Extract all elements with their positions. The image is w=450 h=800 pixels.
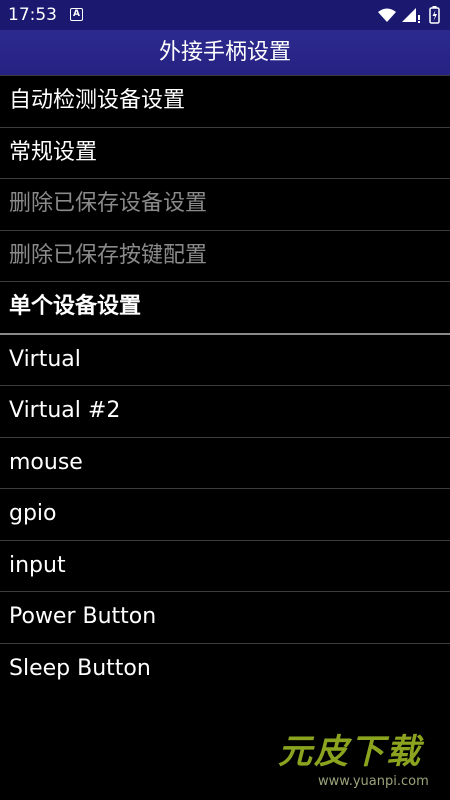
device-item-label: input bbox=[9, 552, 66, 578]
section-header-label: 单个设备设置 bbox=[9, 294, 142, 319]
page-title: 外接手柄设置 bbox=[158, 40, 291, 65]
notification-icon: A bbox=[70, 8, 83, 21]
status-time: 17:53 bbox=[8, 5, 57, 25]
device-item-label: gpio bbox=[9, 501, 57, 526]
menu-item-label: 常规设置 bbox=[9, 139, 98, 165]
device-item-label: Power Button bbox=[9, 604, 157, 629]
device-item-gpio[interactable]: gpio bbox=[0, 489, 450, 541]
device-item-virtual[interactable]: Virtual bbox=[0, 335, 450, 386]
title-bar: 外接手柄设置 bbox=[0, 30, 450, 76]
section-header: 单个设备设置 bbox=[0, 282, 450, 335]
status-bar: 17:53 A bbox=[0, 0, 450, 30]
battery-icon bbox=[429, 6, 440, 24]
menu-item-delete-key-config: 删除已保存按键配置 bbox=[0, 231, 450, 282]
watermark-text: 元皮下载 bbox=[278, 732, 422, 772]
wifi-icon bbox=[378, 8, 396, 22]
watermark-url: www.yuanpi.com bbox=[318, 774, 429, 789]
signal-icon bbox=[402, 8, 420, 23]
menu-item-label: 删除已保存按键配置 bbox=[9, 242, 208, 268]
menu-item-label: 删除已保存设备设置 bbox=[9, 191, 208, 216]
watermark-logo: 元皮下载 www.yuanpi.com bbox=[278, 732, 438, 794]
menu-item-general-settings[interactable]: 常规设置 bbox=[0, 128, 450, 179]
device-item-label: Virtual #2 bbox=[9, 398, 121, 423]
status-icons bbox=[378, 6, 442, 24]
device-item-sleep-button[interactable]: Sleep Button bbox=[0, 644, 450, 695]
device-item-label: Virtual bbox=[9, 346, 81, 372]
menu-item-label: 自动检测设备设置 bbox=[9, 88, 186, 113]
settings-list: 自动检测设备设置 常规设置 删除已保存设备设置 删除已保存按键配置 单个设备设置… bbox=[0, 76, 450, 694]
device-item-virtual-2[interactable]: Virtual #2 bbox=[0, 386, 450, 438]
menu-item-auto-detect[interactable]: 自动检测设备设置 bbox=[0, 76, 450, 128]
menu-item-delete-device-settings: 删除已保存设备设置 bbox=[0, 179, 450, 231]
device-item-label: mouse bbox=[9, 449, 83, 475]
device-item-label: Sleep Button bbox=[9, 655, 151, 681]
device-item-input[interactable]: input bbox=[0, 541, 450, 592]
device-item-power-button[interactable]: Power Button bbox=[0, 592, 450, 644]
device-item-mouse[interactable]: mouse bbox=[0, 438, 450, 489]
